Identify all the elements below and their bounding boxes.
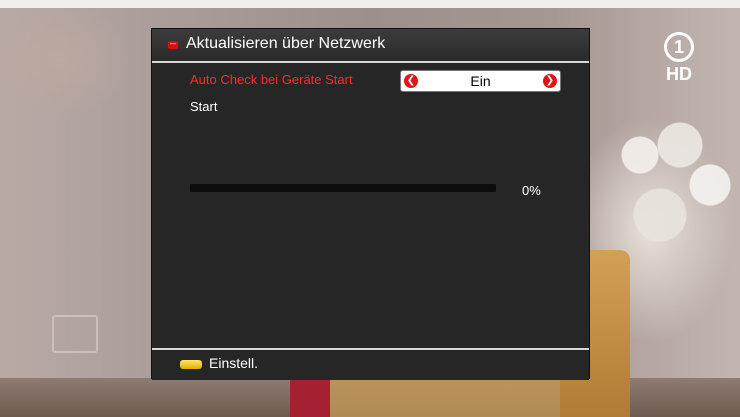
wall-panel xyxy=(52,315,98,353)
channel-logo: 1 HD xyxy=(662,32,696,84)
progress-percent: 0% xyxy=(522,183,541,198)
settings-key-label: Einstell. xyxy=(209,355,259,371)
dialog-footer: Einstell. xyxy=(152,348,589,380)
dialog-title-bar: Aktualisieren über Netzwerk xyxy=(152,29,589,63)
menu-bullet-icon xyxy=(168,41,178,49)
channel-logo-number: 1 xyxy=(664,32,694,62)
start-item[interactable]: Start xyxy=(190,99,217,114)
dialog-title: Aktualisieren über Netzwerk xyxy=(186,35,386,52)
auto-check-label[interactable]: Auto Check bei Geräte Start xyxy=(190,72,353,87)
arrow-right-icon[interactable]: ❯ xyxy=(543,74,557,88)
top-band xyxy=(0,0,740,8)
update-dialog: Aktualisieren über Netzwerk Auto Check b… xyxy=(152,29,589,380)
background-ornament xyxy=(600,115,740,265)
auto-check-value: Ein xyxy=(470,73,491,89)
channel-logo-hd: HD xyxy=(666,64,692,84)
update-progress-bar xyxy=(190,184,496,192)
arrow-left-icon[interactable]: ❮ xyxy=(404,74,418,88)
auto-check-selector[interactable]: ❮ Ein ❯ xyxy=(400,70,561,92)
yellow-key-icon[interactable] xyxy=(180,360,202,369)
